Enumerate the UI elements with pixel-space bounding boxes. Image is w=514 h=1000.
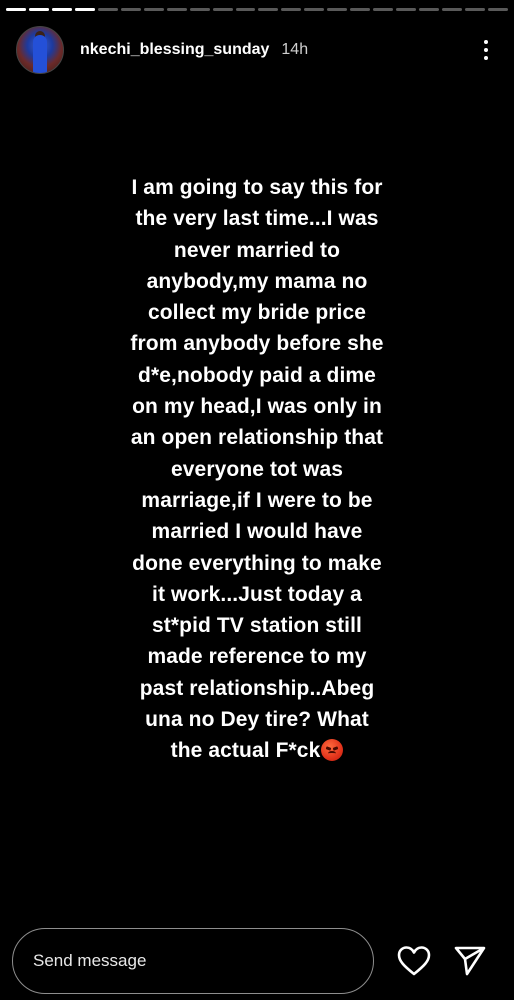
story-progress-segment [235, 8, 256, 11]
story-progress-segment [97, 8, 118, 11]
story-text-line: past relationship..Abeg [139, 676, 375, 700]
story-text: I am going to say this for the very last … [100, 172, 414, 767]
more-vertical-icon[interactable] [474, 34, 498, 66]
story-text-line: from anybody before she [130, 332, 384, 356]
story-text-line: on my head,I was only in [132, 395, 382, 419]
story-progress-segment [304, 8, 325, 11]
story-progress-segment [442, 8, 463, 11]
story-progress-segment [465, 8, 486, 11]
story-timestamp: 14h [281, 41, 309, 58]
story-text-line: st*pid TV station still [152, 614, 362, 638]
story-progress-segment [51, 8, 72, 11]
story-progress-segment [350, 8, 371, 11]
story-progress-segment [28, 8, 49, 11]
story-progress-segment [396, 8, 417, 11]
story-text-line: una no Dey tire? What [145, 708, 369, 732]
story-text-line: the actual F*ck [100, 735, 414, 766]
story-progress-bar [6, 8, 508, 12]
reply-bar [12, 926, 502, 996]
story-text-line: it work...Just today a [152, 582, 362, 606]
story-text-line: never married to [173, 238, 341, 262]
story-progress-segment [189, 8, 210, 11]
profile-avatar[interactable] [16, 26, 64, 74]
story-text-line: d*e,nobody paid a dime [138, 363, 376, 387]
story-progress-segment [258, 8, 279, 11]
story-text-line: marriage,if I were to be [141, 488, 373, 512]
story-text-line: the very last time...I was [135, 207, 379, 231]
angry-face-emoji [321, 739, 344, 762]
story-progress-segment [281, 8, 302, 11]
story-text-line: married I would have [151, 520, 363, 544]
story-progress-segment [74, 8, 95, 11]
story-progress-segment [419, 8, 440, 11]
story-progress-segment [166, 8, 187, 11]
story-progress-segment [6, 8, 26, 11]
story-header: nkechi_blessing_sunday 14h [16, 26, 498, 74]
story-progress-segment [143, 8, 164, 11]
send-message-input[interactable] [12, 928, 374, 994]
story-progress-segment [373, 8, 394, 11]
story-text-line: collect my bride price [147, 301, 367, 325]
heart-icon[interactable] [394, 941, 434, 981]
story-progress-segment [488, 8, 508, 11]
story-text-line: made reference to my [147, 645, 367, 669]
story-text-line: done everything to make [132, 551, 382, 575]
story-text-line: an open relationship that [130, 426, 384, 450]
story-progress-segment [327, 8, 348, 11]
story-text-line: anybody,my mama no [146, 269, 368, 293]
story-text-line: everyone tot was [171, 457, 343, 481]
story-progress-segment [120, 8, 141, 11]
story-text-line: I am going to say this for [131, 176, 383, 199]
username[interactable]: nkechi_blessing_sunday [80, 41, 269, 59]
story-progress-segment [212, 8, 233, 11]
send-icon[interactable] [450, 941, 490, 981]
